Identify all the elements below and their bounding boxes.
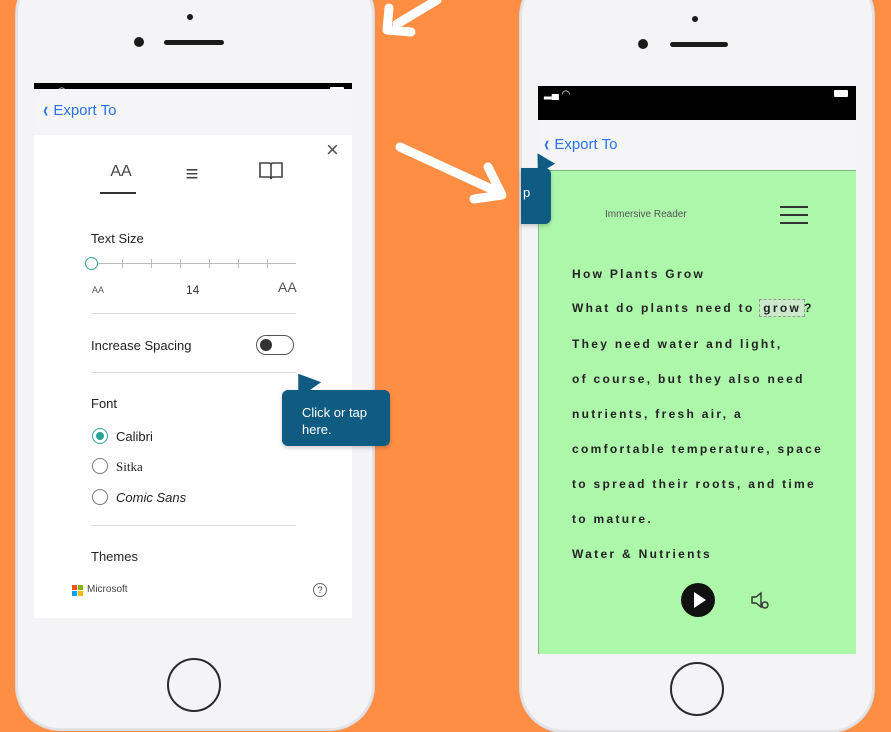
partial-tooltip[interactable]: p bbox=[521, 168, 551, 224]
voice-settings-icon[interactable] bbox=[749, 589, 771, 611]
text-size-slider-knob[interactable] bbox=[85, 257, 98, 270]
text-size-small-icon: AA bbox=[92, 285, 105, 295]
text-size-icon[interactable]: AA bbox=[106, 163, 136, 181]
reader-heading: How Plants Grow bbox=[572, 267, 706, 281]
nav-bar: ‹ Export To bbox=[34, 89, 352, 136]
font-option-sitka[interactable]: Sitka bbox=[116, 459, 143, 475]
divider bbox=[91, 372, 296, 373]
font-label: Font bbox=[91, 396, 118, 411]
signal-icon: ▂▄ ◠ bbox=[544, 89, 571, 100]
font-option-calibri[interactable]: Calibri bbox=[116, 429, 153, 444]
back-label: Export To bbox=[53, 101, 117, 119]
selected-tab-underline bbox=[100, 192, 136, 194]
spacing-label: Increase Spacing bbox=[91, 338, 192, 353]
font-radio-calibri[interactable] bbox=[92, 428, 108, 444]
front-camera bbox=[638, 39, 648, 49]
divider bbox=[91, 313, 296, 314]
right-phone: ▂▄ ◠ ‹ Export To Immersive Reader How Pl… bbox=[520, 0, 874, 732]
back-button[interactable]: ‹ Export To bbox=[42, 97, 117, 122]
hamburger-menu-icon[interactable] bbox=[780, 206, 808, 230]
reader-line: They need water and light, bbox=[572, 337, 783, 351]
grammar-options-icon[interactable]: ≡ bbox=[179, 161, 205, 187]
font-radio-comic-sans[interactable] bbox=[92, 489, 108, 505]
back-label: Export To bbox=[554, 135, 618, 153]
reader-title: Immersive Reader bbox=[605, 209, 687, 220]
themes-label: Themes bbox=[91, 549, 138, 564]
speaker-grille bbox=[670, 42, 728, 47]
home-button[interactable] bbox=[167, 658, 221, 712]
play-icon[interactable] bbox=[681, 583, 715, 617]
close-icon[interactable]: × bbox=[326, 137, 339, 163]
microsoft-logo-icon bbox=[72, 585, 84, 597]
chevron-left-icon: ‹ bbox=[43, 97, 49, 122]
click-or-tap-tooltip[interactable]: Click or tap here. bbox=[282, 390, 390, 446]
speaker-grille bbox=[164, 40, 224, 45]
book-icon[interactable] bbox=[258, 161, 284, 183]
font-option-comic-sans[interactable]: Comic Sans bbox=[116, 490, 186, 505]
arrow-pointer-top bbox=[382, 0, 442, 37]
status-bar: ▂▄ ◠ bbox=[538, 86, 856, 120]
help-icon[interactable]: ? bbox=[313, 583, 327, 597]
spacing-toggle[interactable] bbox=[256, 335, 294, 355]
left-screen: ▂▄ ◠ ‹ Export To × AA ≡ Text Size bbox=[34, 83, 352, 618]
immersive-reader-pane: Immersive Reader How Plants Grow What do… bbox=[538, 170, 856, 654]
reader-line: What do plants need to grow? bbox=[572, 299, 814, 317]
reader-line: of course, but they also need bbox=[572, 372, 805, 386]
highlighted-word[interactable]: grow bbox=[759, 299, 806, 317]
arrow-pointer-middle bbox=[395, 142, 507, 204]
battery-icon bbox=[834, 90, 848, 97]
left-phone: ▂▄ ◠ ‹ Export To × AA ≡ Text Size bbox=[16, 0, 374, 730]
reader-line: to mature. bbox=[572, 512, 654, 526]
divider bbox=[91, 525, 296, 526]
nav-bar: ‹ Export To bbox=[538, 124, 856, 171]
proximity-sensor bbox=[187, 14, 193, 20]
front-camera bbox=[134, 37, 144, 47]
home-button[interactable] bbox=[670, 662, 724, 716]
font-radio-sitka[interactable] bbox=[92, 458, 108, 474]
text-size-value: 14 bbox=[186, 283, 200, 297]
proximity-sensor bbox=[692, 16, 698, 22]
reader-line: comfortable temperature, space bbox=[572, 442, 824, 456]
footer-brand: Microsoft bbox=[87, 584, 128, 595]
back-button[interactable]: ‹ Export To bbox=[543, 133, 618, 155]
text-size-label: Text Size bbox=[91, 231, 144, 246]
text-size-large-icon: AA bbox=[278, 279, 297, 295]
reader-line: to spread their roots, and time bbox=[572, 477, 816, 491]
reader-line: nutrients, fresh air, a bbox=[572, 407, 743, 421]
right-screen: ▂▄ ◠ ‹ Export To Immersive Reader How Pl… bbox=[538, 86, 856, 654]
reader-heading: Water & Nutrients bbox=[572, 547, 712, 561]
